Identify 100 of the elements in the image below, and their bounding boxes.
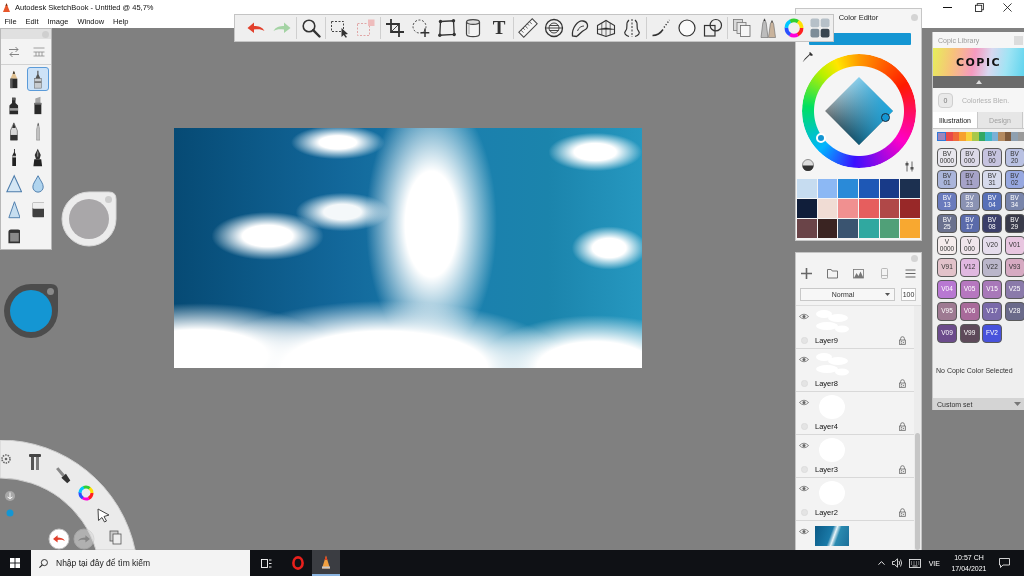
search-field[interactable]: Nhập tại đây để tìm kiếm xyxy=(31,550,250,576)
eye-icon[interactable] xyxy=(799,399,809,406)
eye-icon[interactable] xyxy=(799,356,809,363)
eye-icon[interactable] xyxy=(799,442,809,449)
pillars-icon[interactable] xyxy=(29,454,41,470)
color-swatch[interactable] xyxy=(879,179,900,198)
color-swatch[interactable] xyxy=(797,219,817,238)
eyedropper-icon[interactable] xyxy=(802,52,813,63)
square-circle-icon[interactable] xyxy=(703,18,723,38)
color-swatch[interactable] xyxy=(797,199,817,218)
color-family-swatch[interactable] xyxy=(1011,132,1018,141)
menu-icon[interactable] xyxy=(905,267,916,279)
color-swatch[interactable] xyxy=(817,219,838,238)
color-wheel-icon[interactable] xyxy=(784,18,804,38)
plus-icon[interactable] xyxy=(801,267,812,279)
undo-button[interactable] xyxy=(48,528,70,550)
color-family-swatch[interactable] xyxy=(985,132,992,141)
ring-handle-icon[interactable] xyxy=(815,133,826,143)
keyboard-icon[interactable] xyxy=(908,558,921,568)
symmetry-icon[interactable] xyxy=(622,18,642,38)
circle-icon[interactable] xyxy=(677,18,697,38)
stacked-pages-icon[interactable] xyxy=(732,18,752,38)
color-family-swatch[interactable] xyxy=(937,132,946,141)
color-swatch[interactable] xyxy=(879,219,900,238)
cursor-arrow-icon[interactable] xyxy=(97,508,110,523)
color-family-swatch[interactable] xyxy=(998,132,1005,141)
eye-icon[interactable] xyxy=(799,485,809,492)
task-view-icon[interactable] xyxy=(261,558,272,568)
quad-corners-icon[interactable] xyxy=(437,18,457,38)
brush-tips-icon[interactable] xyxy=(758,18,778,38)
crop-icon[interactable] xyxy=(385,18,405,38)
taskbar-app-button[interactable] xyxy=(312,550,340,576)
color-swatch[interactable] xyxy=(817,179,838,198)
circle-symbol-icon[interactable] xyxy=(5,491,15,501)
color-family-swatch[interactable] xyxy=(1004,132,1011,141)
color-swatch[interactable] xyxy=(859,179,879,198)
swap-arrows-icon[interactable] xyxy=(7,45,20,58)
scrollbar-thumb[interactable] xyxy=(915,433,920,550)
dashed-circle-plus-icon[interactable] xyxy=(411,18,431,38)
color-swatch[interactable] xyxy=(797,179,817,198)
swatch-grid-icon[interactable] xyxy=(810,18,830,38)
color-family-swatch[interactable] xyxy=(1017,132,1024,141)
eye-icon[interactable] xyxy=(799,528,809,535)
color-swatch[interactable] xyxy=(900,219,920,238)
ellipse-guide-icon[interactable] xyxy=(544,18,564,38)
sliders-icon[interactable] xyxy=(904,161,915,172)
color-family-swatch[interactable] xyxy=(991,132,998,141)
brush-icon[interactable] xyxy=(56,467,71,484)
dot-icon xyxy=(6,509,14,517)
dot-icon[interactable] xyxy=(911,13,918,21)
folder-icon[interactable] xyxy=(827,267,838,279)
lines-icon[interactable] xyxy=(32,45,45,58)
perspective-grid-icon[interactable] xyxy=(596,18,616,38)
color-swatch[interactable] xyxy=(817,199,838,218)
caret-up-icon[interactable] xyxy=(877,561,885,565)
color-family-swatch[interactable] xyxy=(965,132,972,141)
color-swatch[interactable] xyxy=(879,199,900,218)
color-family-swatch[interactable] xyxy=(959,132,966,141)
diamond-handle-icon[interactable] xyxy=(880,113,890,122)
color-swatch[interactable] xyxy=(838,199,858,218)
ballpoint-pen-icon xyxy=(35,121,41,141)
pencil-icon xyxy=(10,69,18,89)
color-swatch[interactable] xyxy=(838,219,858,238)
lock-icon[interactable] xyxy=(898,507,906,517)
color-family-swatch[interactable] xyxy=(972,132,979,141)
lock-icon[interactable] xyxy=(898,421,906,431)
color-swatch[interactable] xyxy=(900,199,920,218)
windows-logo-icon[interactable] xyxy=(10,558,20,568)
chisel-marker-icon xyxy=(34,95,42,115)
half-circle-icon[interactable] xyxy=(802,159,814,171)
eye-icon[interactable] xyxy=(799,313,809,320)
color-swatch[interactable] xyxy=(900,179,920,198)
notification-icon[interactable] xyxy=(999,558,1010,568)
color-swatch[interactable] xyxy=(859,199,879,218)
minimize-icon[interactable] xyxy=(943,6,952,8)
stacked-squares-icon[interactable] xyxy=(109,530,122,545)
lock-icon[interactable] xyxy=(898,335,906,345)
brush-size-puck[interactable] xyxy=(60,190,118,248)
color-family-swatch[interactable] xyxy=(978,132,985,141)
color-family-swatch[interactable] xyxy=(946,132,953,141)
color-puck[interactable] xyxy=(2,282,60,340)
speaker-icon[interactable] xyxy=(891,558,903,568)
dot-icon[interactable] xyxy=(42,30,49,38)
lock-icon[interactable] xyxy=(898,378,906,388)
dashed-selection-icon[interactable] xyxy=(330,18,350,38)
close-icon[interactable] xyxy=(1003,2,1012,12)
marker-icon xyxy=(9,95,19,115)
image-icon[interactable] xyxy=(853,267,864,279)
restore-icon[interactable] xyxy=(975,2,984,12)
lock-icon[interactable] xyxy=(898,464,906,474)
dot-icon[interactable] xyxy=(911,254,918,262)
color-swatch[interactable] xyxy=(859,219,879,238)
gear-icon[interactable] xyxy=(1,454,11,464)
text-tool-button[interactable]: T xyxy=(487,16,511,40)
magnifier-icon[interactable] xyxy=(301,18,321,38)
color-family-swatch[interactable] xyxy=(952,132,959,141)
color-wheel-icon[interactable] xyxy=(78,485,94,501)
french-curve-icon[interactable] xyxy=(570,18,590,38)
cylinder-icon[interactable] xyxy=(463,18,483,38)
color-swatch[interactable] xyxy=(838,179,858,198)
